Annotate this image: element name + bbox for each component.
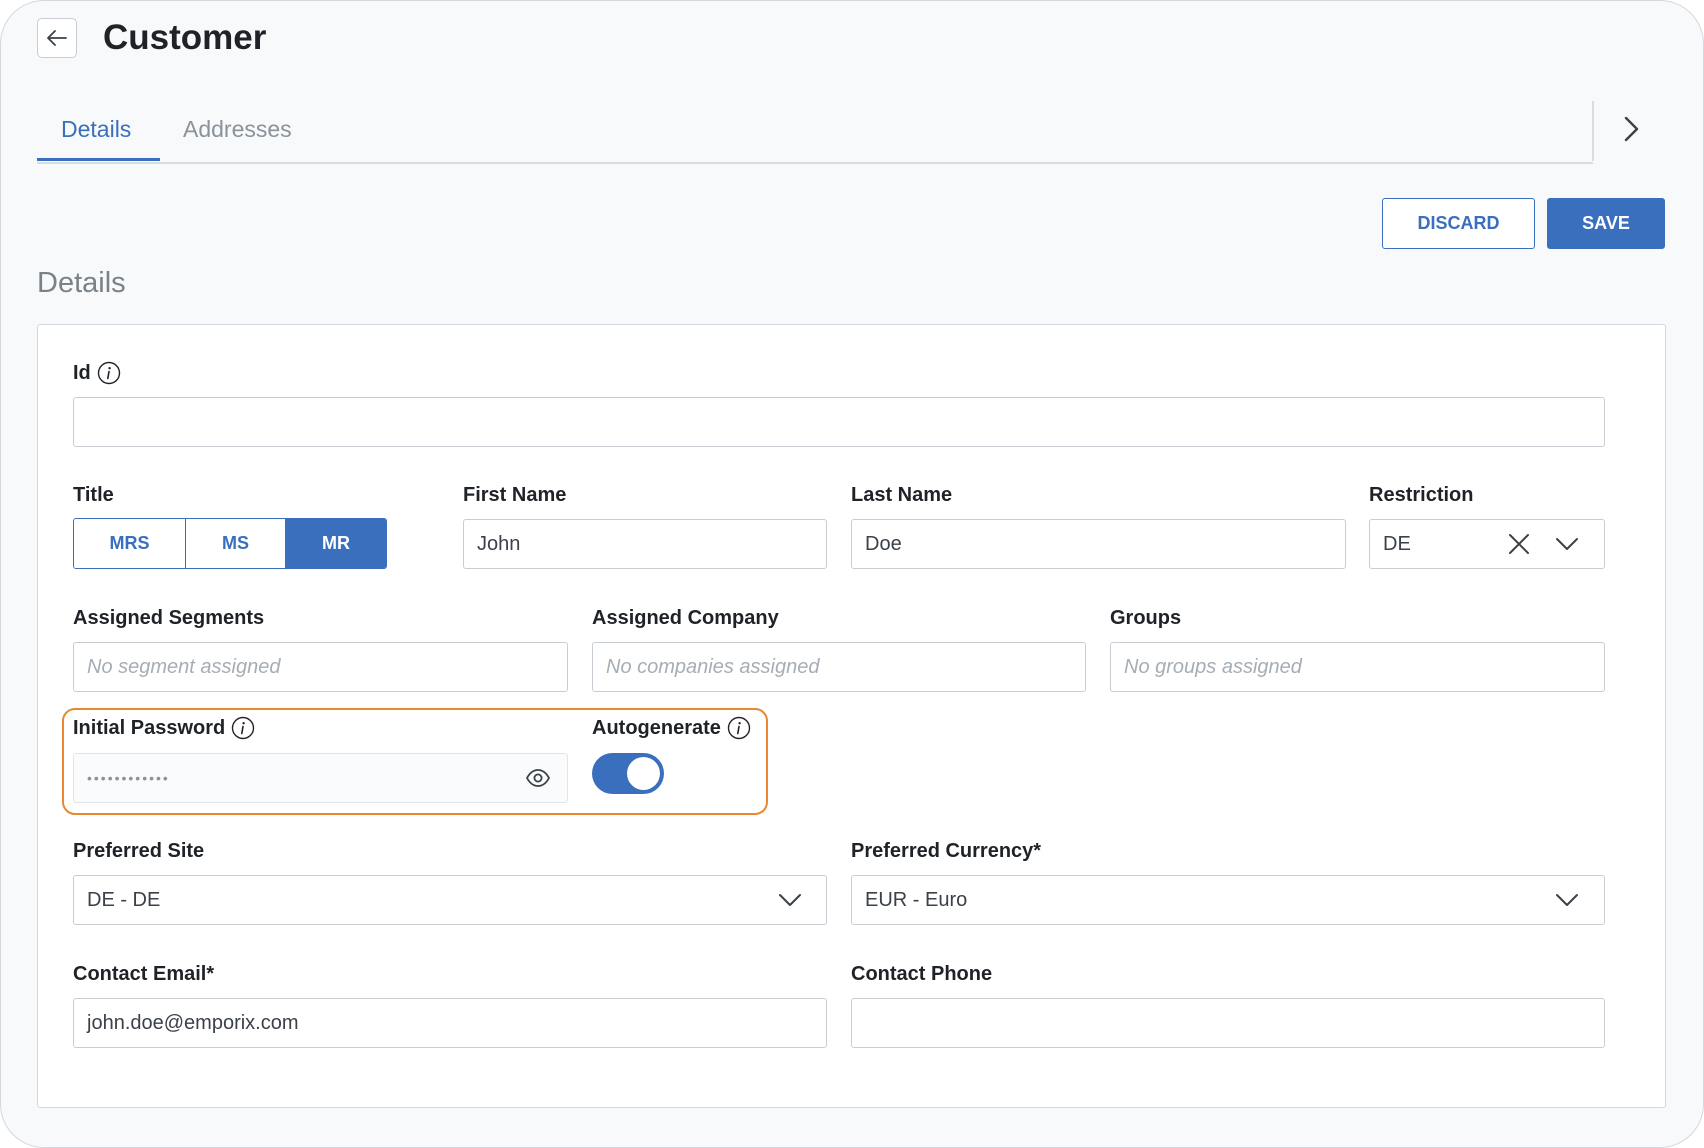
first-name-input[interactable]: John <box>463 519 827 569</box>
initial-password-label-text: Initial Password <box>73 717 226 739</box>
section-title: Details <box>37 267 126 299</box>
groups-label: Groups <box>1110 607 1182 629</box>
arrow-left-icon <box>47 30 67 46</box>
tab-details[interactable]: Details <box>61 113 131 145</box>
contact-phone-input[interactable] <box>851 998 1605 1048</box>
title-option-mrs[interactable]: MRS <box>74 519 185 568</box>
preferred-currency-value: EUR - Euro <box>865 888 968 911</box>
assigned-segments-input[interactable]: No segment assigned <box>73 642 568 692</box>
chevron-right-icon[interactable] <box>1615 113 1647 145</box>
contact-phone-label: Contact Phone <box>851 963 993 985</box>
assigned-segments-label: Assigned Segments <box>73 607 265 629</box>
restriction-label: Restriction <box>1369 484 1474 506</box>
save-button[interactable]: SAVE <box>1547 198 1665 249</box>
back-button[interactable] <box>37 18 77 58</box>
autogenerate-label: Autogenerate <box>592 714 751 742</box>
id-input[interactable] <box>73 397 1605 447</box>
preferred-site-value: DE - DE <box>87 888 161 911</box>
title-option-mr[interactable]: MR <box>285 519 386 568</box>
eye-icon[interactable] <box>524 764 552 792</box>
toggle-knob <box>627 757 660 790</box>
initial-password-input[interactable]: •••••••••••• <box>73 753 568 803</box>
autogenerate-label-text: Autogenerate <box>592 717 721 739</box>
preferred-currency-label: Preferred Currency* <box>851 840 1042 862</box>
first-name-label: First Name <box>463 484 567 506</box>
assigned-company-label: Assigned Company <box>592 607 779 629</box>
chevron-down-icon[interactable] <box>1553 530 1581 558</box>
active-tab-indicator <box>37 158 160 161</box>
last-name-label: Last Name <box>851 484 953 506</box>
tab-addresses[interactable]: Addresses <box>183 113 292 145</box>
customer-page: Customer Details Addresses DISCARD SAVE … <box>0 0 1704 1148</box>
id-label: Id <box>73 359 121 387</box>
chevron-down-icon[interactable] <box>1553 886 1581 914</box>
preferred-site-label: Preferred Site <box>73 840 205 862</box>
autogenerate-toggle[interactable] <box>592 753 664 794</box>
contact-email-label: Contact Email* <box>73 963 215 985</box>
tab-bar: Details Addresses <box>37 101 1593 164</box>
info-icon[interactable] <box>727 716 751 740</box>
last-name-input[interactable]: Doe <box>851 519 1346 569</box>
title-selector: MRS MS MR <box>73 518 387 569</box>
close-icon[interactable] <box>1505 530 1533 558</box>
assigned-company-input[interactable]: No companies assigned <box>592 642 1086 692</box>
contact-email-input[interactable]: john.doe@emporix.com <box>73 998 827 1048</box>
groups-input[interactable]: No groups assigned <box>1110 642 1605 692</box>
tabs-divider <box>1592 101 1594 161</box>
restriction-value: DE <box>1383 532 1411 555</box>
info-icon[interactable] <box>231 716 255 740</box>
id-label-text: Id <box>73 362 91 384</box>
preferred-site-select[interactable]: DE - DE <box>73 875 827 925</box>
title-option-ms[interactable]: MS <box>185 519 285 568</box>
page-title: Customer <box>103 18 267 57</box>
preferred-currency-select[interactable]: EUR - Euro <box>851 875 1605 925</box>
info-icon[interactable] <box>97 361 121 385</box>
chevron-down-icon[interactable] <box>776 886 804 914</box>
initial-password-label: Initial Password <box>73 714 255 742</box>
discard-button[interactable]: DISCARD <box>1382 198 1535 249</box>
title-label: Title <box>73 484 114 506</box>
